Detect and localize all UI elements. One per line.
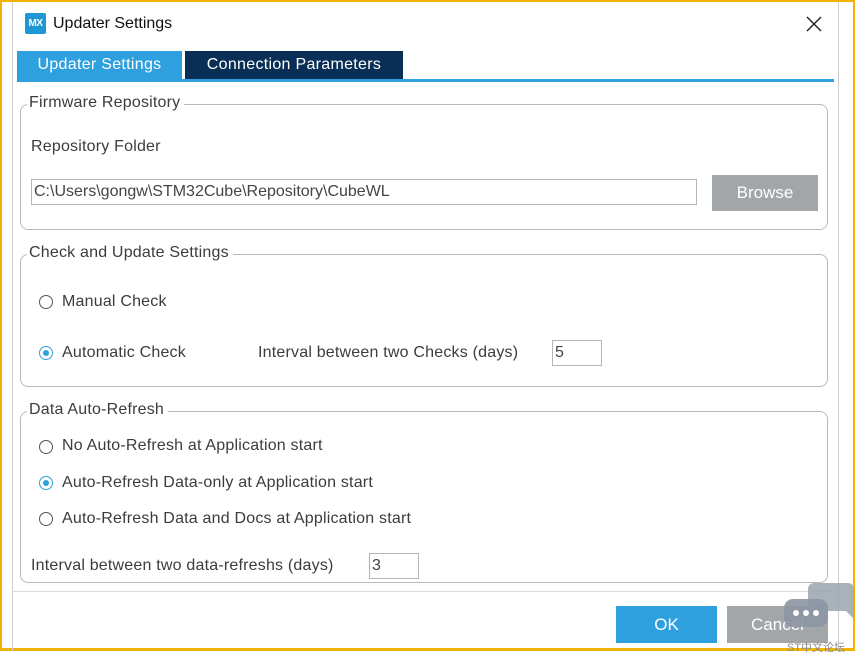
browse-button[interactable]: Browse [712, 175, 818, 211]
check-interval-label: Interval between two Checks (days) [258, 344, 519, 361]
watermark: ST中文论坛 [787, 642, 846, 654]
refresh-interval-label: Interval between two data-refreshs (days… [31, 557, 334, 574]
automatic-check-label[interactable]: Automatic Check [62, 344, 186, 362]
repository-folder-input[interactable]: C:\Users\gongw\STM32Cube\Repository\Cube… [31, 179, 697, 205]
close-icon [806, 16, 822, 32]
manual-check-radio[interactable] [39, 295, 53, 309]
chat-bubble-icon[interactable] [784, 581, 854, 639]
tab-updater-settings[interactable]: Updater Settings [17, 51, 182, 79]
title-bar: MX Updater Settings [13, 2, 838, 46]
close-button[interactable] [800, 10, 828, 38]
automatic-check-radio[interactable] [39, 346, 53, 360]
auto-refresh-group: Data Auto-Refresh No Auto-Refresh at App… [20, 401, 828, 583]
ok-button[interactable]: OK [616, 606, 717, 643]
no-auto-refresh-radio[interactable] [39, 440, 53, 454]
no-auto-refresh-label[interactable]: No Auto-Refresh at Application start [62, 437, 323, 455]
check-update-legend: Check and Update Settings [27, 244, 233, 262]
window-title: Updater Settings [53, 15, 173, 32]
auto-refresh-data-only-radio[interactable] [39, 476, 53, 490]
check-interval-input[interactable]: 5 [552, 340, 602, 366]
tab-underline [17, 79, 834, 82]
auto-refresh-data-docs-label[interactable]: Auto-Refresh Data and Docs at Applicatio… [62, 510, 411, 528]
repository-folder-label: Repository Folder [31, 138, 161, 155]
check-update-group: Check and Update Settings Manual Check A… [20, 244, 828, 387]
stm32cubemx-app-icon: MX [25, 13, 46, 34]
footer-divider [13, 591, 838, 592]
refresh-interval-input[interactable]: 3 [369, 553, 419, 579]
firmware-repository-group: Firmware Repository Repository Folder C:… [20, 94, 828, 230]
manual-check-label[interactable]: Manual Check [62, 293, 167, 311]
auto-refresh-data-only-label[interactable]: Auto-Refresh Data-only at Application st… [62, 474, 373, 492]
tab-connection-parameters[interactable]: Connection Parameters [185, 51, 403, 79]
firmware-repository-legend: Firmware Repository [27, 94, 185, 112]
auto-refresh-legend: Data Auto-Refresh [27, 401, 169, 419]
auto-refresh-data-docs-radio[interactable] [39, 512, 53, 526]
